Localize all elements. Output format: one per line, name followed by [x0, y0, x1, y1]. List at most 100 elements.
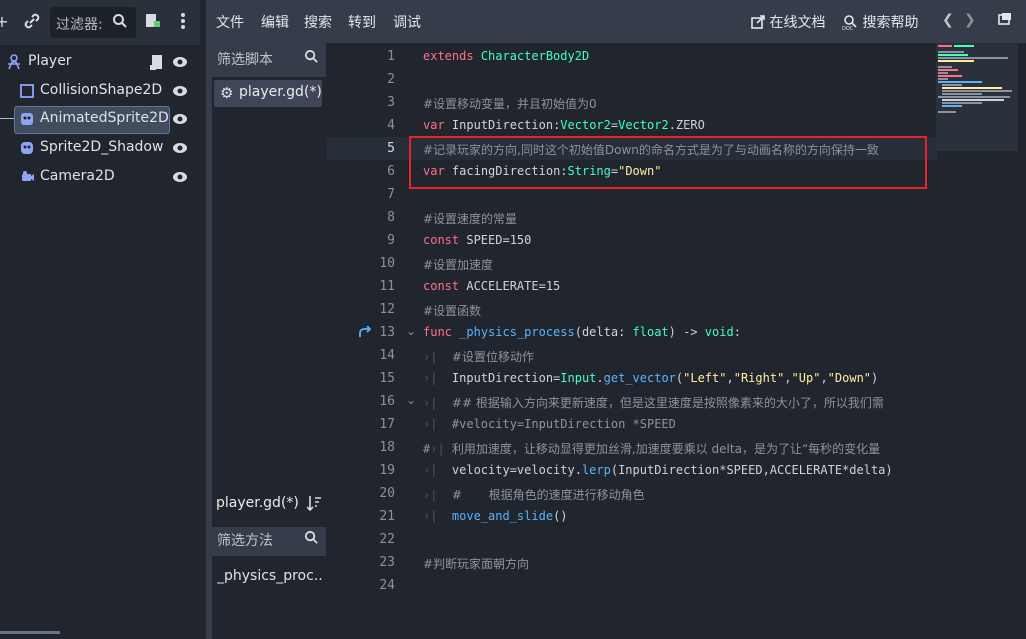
line-number: 16	[379, 394, 395, 409]
more-options-icon[interactable]	[173, 12, 193, 32]
line-number: 20	[379, 486, 395, 501]
online-docs-button[interactable]: 在线文档	[751, 12, 825, 33]
method-item-physics-process[interactable]: _physics_proc...	[217, 568, 323, 584]
code-line[interactable]: 14 ›| #设置位移动作	[327, 344, 937, 367]
code-comment: #设置速度的常量	[423, 212, 518, 226]
menu-file[interactable]: 文件	[216, 12, 244, 32]
line-number: 21	[379, 509, 395, 524]
code-text: ›| InputDirection=Input.get_vector("Left…	[423, 371, 879, 385]
code-text: var InputDirection:Vector2=Vector2.ZERO	[423, 118, 705, 132]
filter-methods-placeholder: 筛选方法	[217, 533, 273, 549]
fold-arrow-icon[interactable]: ⌄	[406, 393, 416, 407]
line-number: 19	[379, 463, 395, 478]
code-line[interactable]: 21 ›| move_and_slide()	[327, 505, 937, 528]
float-window-icon[interactable]	[998, 12, 1012, 30]
line-number: 15	[379, 371, 395, 386]
code-line[interactable]: 8 #设置速度的常量	[327, 206, 937, 229]
script-icon[interactable]	[150, 54, 164, 74]
current-script-label: player.gd(*)	[216, 495, 299, 511]
override-arrow-icon[interactable]	[359, 325, 373, 338]
code-line[interactable]: 24	[327, 574, 937, 597]
line-number: 6	[387, 164, 395, 179]
tree-node-label: Camera2D	[40, 168, 115, 184]
tree-node-collisionshape2d[interactable]: CollisionShape2D	[0, 78, 198, 105]
code-line[interactable]: 10 #设置加速度	[327, 252, 937, 275]
code-line[interactable]: 3 #设置移动变量，并且初始值为0	[327, 91, 937, 114]
menu-search[interactable]: 搜索	[304, 12, 332, 32]
scene-dock: + 过滤器: Player CollisionShape2D AnimatedS…	[0, 0, 200, 639]
gear-icon: ⚙	[220, 84, 234, 102]
dock-tab-indicator	[0, 631, 60, 634]
scene-filter-input[interactable]: 过滤器:	[50, 7, 136, 38]
code-line[interactable]: 15 ›| InputDirection=Input.get_vector("L…	[327, 367, 937, 390]
line-number: 23	[379, 555, 395, 570]
code-line[interactable]: 13 ⌄ func _physics_process(delta: float)…	[327, 321, 937, 344]
code-line[interactable]: 16 ⌄ ›| ## 根据输入方向来更新速度，但是这里速度是按照像素来的大小了，…	[327, 390, 937, 413]
code-line[interactable]: 17 ›| #velocity=InputDirection *SPEED	[327, 413, 937, 436]
search-help-button[interactable]: DOC 搜索帮助	[842, 12, 918, 34]
menu-goto[interactable]: 转到	[348, 12, 376, 32]
menu-edit[interactable]: 编辑	[261, 12, 289, 32]
code-text: ›| # 根据角色的速度进行移动角色	[423, 488, 645, 502]
scene-toolbar: + 过滤器:	[0, 0, 200, 45]
tree-node-player[interactable]: Player	[0, 49, 198, 76]
code-line[interactable]: 1 extends CharacterBody2D	[327, 45, 937, 68]
sprite-icon	[19, 140, 35, 156]
add-node-icon[interactable]: +	[0, 12, 12, 32]
sort-icon[interactable]	[306, 495, 321, 515]
code-line[interactable]: 11 const ACCELERATE=15	[327, 275, 937, 298]
line-number: 7	[387, 187, 395, 202]
search-icon	[304, 530, 319, 549]
code-line[interactable]: 20 ›| # 根据角色的速度进行移动角色	[327, 482, 937, 505]
code-comment: #设置移动变量，并且初始值为0	[423, 97, 597, 111]
line-number: 10	[379, 256, 395, 271]
search-icon	[304, 49, 319, 68]
line-number: 11	[379, 279, 395, 294]
visibility-eye-icon[interactable]	[172, 141, 188, 155]
visibility-eye-icon[interactable]	[172, 170, 188, 184]
collision-shape-icon	[19, 83, 35, 99]
link-icon[interactable]	[22, 12, 42, 32]
script-editor-menubar: 文件 编辑 搜索 转到 调试 在线文档 DOC 搜索帮助 ❮ ❯	[206, 0, 1026, 43]
filter-scripts-placeholder: 筛选脚本	[217, 52, 273, 68]
code-text: ›| #设置位移动作	[423, 350, 534, 364]
menu-debug[interactable]: 调试	[393, 12, 421, 32]
prev-script-icon[interactable]: ❮	[942, 12, 954, 28]
annotation-highlight-box	[409, 136, 927, 189]
doc-search-icon: DOC	[842, 14, 858, 34]
filter-scripts-input[interactable]: 筛选脚本	[212, 43, 327, 71]
svg-text:DOC: DOC	[842, 26, 854, 30]
next-script-icon[interactable]: ❯	[964, 12, 976, 28]
visibility-eye-icon[interactable]	[172, 55, 188, 69]
code-line[interactable]: 4 var InputDirection:Vector2=Vector2.ZER…	[327, 114, 937, 137]
line-number: 3	[387, 95, 395, 110]
tree-node-label: Player	[28, 53, 72, 69]
line-number: 12	[379, 302, 395, 317]
code-line[interactable]: 19 ›| velocity=velocity.lerp(InputDirect…	[327, 459, 937, 482]
code-line[interactable]: 23 #判断玩家面朝方向	[327, 551, 937, 574]
tree-node-sprite2d-shadow[interactable]: Sprite2D_Shadow	[0, 135, 198, 162]
code-line[interactable]: 22	[327, 528, 937, 551]
filter-methods-input[interactable]: 筛选方法	[212, 523, 327, 553]
code-text: ›| velocity=velocity.lerp(InputDirection…	[423, 463, 893, 477]
tree-node-animatedsprite2d[interactable]: AnimatedSprite2D	[0, 106, 198, 134]
visibility-eye-icon[interactable]	[172, 84, 188, 98]
attach-script-icon[interactable]	[142, 12, 162, 32]
scene-filter-placeholder: 过滤器:	[56, 17, 103, 33]
code-minimap[interactable]	[936, 43, 1018, 151]
camera-icon	[19, 169, 35, 185]
code-line[interactable]: 12 #设置函数	[327, 298, 937, 321]
code-line[interactable]: 2	[327, 68, 937, 91]
tree-node-label: CollisionShape2D	[40, 82, 163, 98]
code-line[interactable]: 18 #›| 利用加速度，让移动显得更加丝滑,加速度要乘以 delta，是为了让…	[327, 436, 937, 459]
fold-arrow-icon[interactable]: ⌄	[406, 324, 416, 338]
visibility-eye-icon[interactable]	[172, 112, 188, 126]
line-number: 1	[387, 49, 395, 64]
script-list: ⚙ player.gd(*)	[212, 77, 329, 527]
animated-sprite-icon	[19, 111, 35, 127]
code-editor[interactable]: 1 extends CharacterBody2D 2 3 #设置移动变量，并且…	[327, 43, 1026, 639]
code-line[interactable]: 9 const SPEED=150	[327, 229, 937, 252]
script-item-player-gd[interactable]: ⚙ player.gd(*)	[214, 80, 322, 107]
tree-node-camera2d[interactable]: Camera2D	[0, 164, 198, 191]
line-number: 2	[387, 72, 395, 87]
